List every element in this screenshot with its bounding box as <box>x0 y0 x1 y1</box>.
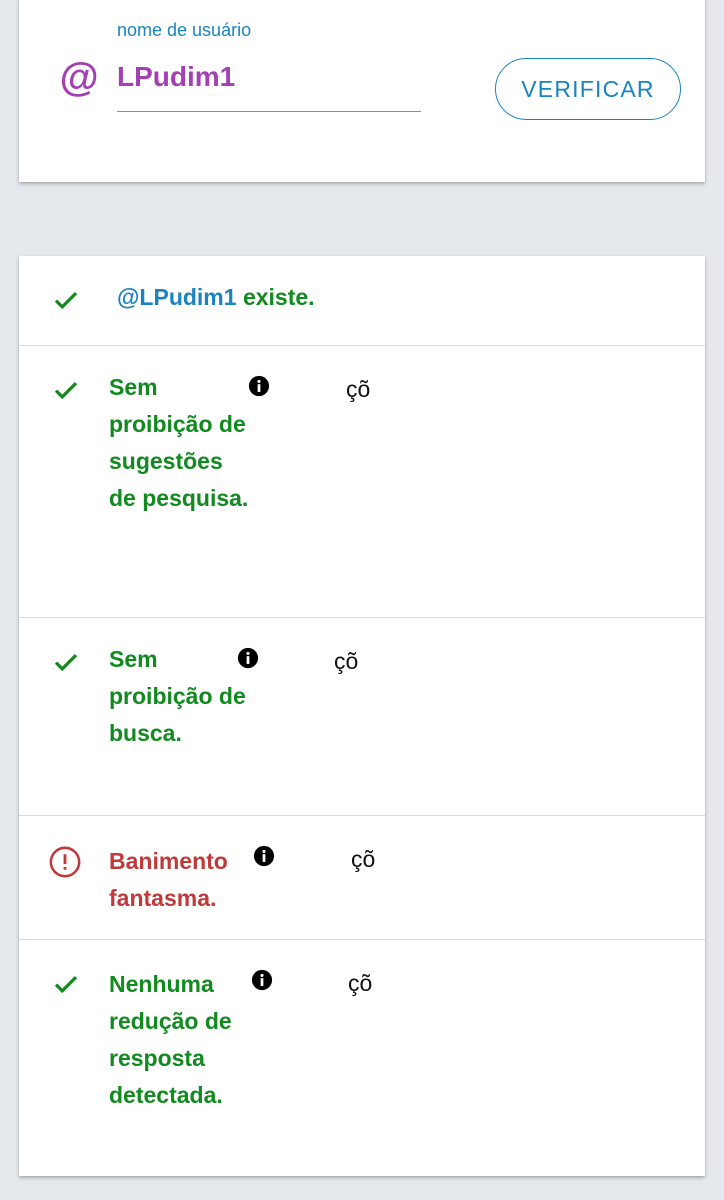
info-tooltip-glyph: çõ <box>348 970 373 996</box>
alert-circle-icon <box>49 846 81 878</box>
info-icon[interactable] <box>251 969 273 991</box>
info-icon[interactable] <box>248 375 270 397</box>
check-icon <box>54 291 78 310</box>
check-text: Nenhuma redução de resposta detectada. <box>109 971 232 1108</box>
info-tooltip-glyph: çõ <box>346 376 371 402</box>
exists-suffix: existe. <box>236 284 315 310</box>
user-exists-text: @LPudim1 existe. <box>117 284 315 311</box>
result-row-exists: @LPudim1 existe. <box>19 256 705 346</box>
result-row-reply-deboosting: Nenhuma redução de resposta detectada. ç… <box>19 940 705 1176</box>
username-handle: @LPudim1 <box>117 284 237 310</box>
info-tooltip-glyph: çõ <box>334 648 359 674</box>
result-row-ghost-ban: Banimento fantasma. çõ <box>19 816 705 940</box>
info-tooltip-glyph: çõ <box>351 846 376 872</box>
username-input[interactable] <box>117 58 421 112</box>
results-card: @LPudim1 existe. Sem proibição de sugest… <box>19 256 705 1176</box>
check-icon <box>54 381 78 400</box>
check-text: Sem proibição de sugestões de pesquisa. <box>109 374 249 511</box>
at-icon: @ <box>59 56 99 100</box>
check-icon <box>54 975 78 994</box>
check-text: Banimento fantasma. <box>109 848 228 911</box>
result-row-search-ban: Sem proibição de busca. çõ <box>19 618 705 816</box>
check-icon <box>54 653 78 672</box>
info-icon[interactable] <box>253 845 275 867</box>
info-icon[interactable] <box>237 647 259 669</box>
username-form-card: nome de usuário @ VERIFICAR <box>19 0 705 182</box>
verify-button[interactable]: VERIFICAR <box>495 58 681 120</box>
username-field-label: nome de usuário <box>117 20 252 40</box>
result-row-search-suggestion-ban: Sem proibição de sugestões de pesquisa. … <box>19 346 705 618</box>
check-text: Sem proibição de busca. <box>109 646 246 746</box>
